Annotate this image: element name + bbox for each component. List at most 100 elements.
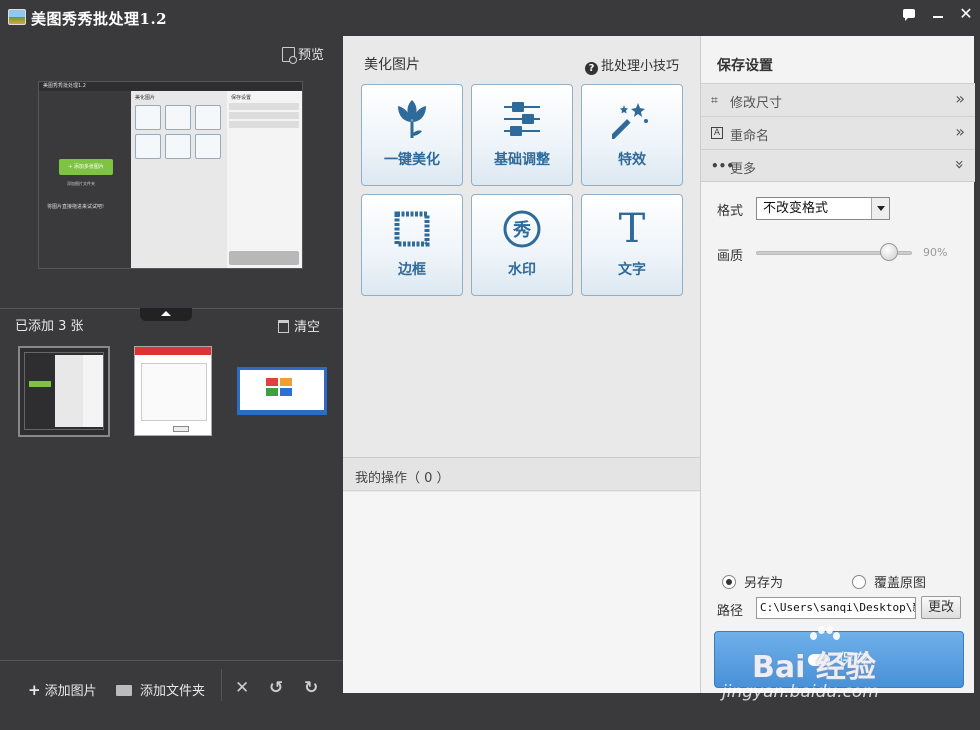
preview-thumb-save-title: 保存设置 [231, 95, 252, 101]
preview-thumb-save [229, 251, 299, 265]
frame-button[interactable]: 边框 [361, 194, 463, 296]
minimize-icon [933, 16, 943, 18]
save-as-radio[interactable]: 另存为 [722, 572, 783, 591]
radio-selected-icon [722, 575, 736, 589]
chevron-down-icon [871, 198, 889, 219]
preview-thumb-middle: 美化图片 [131, 91, 227, 268]
more-section[interactable]: ••• 更多 » [701, 149, 975, 182]
toolbar-divider [221, 669, 222, 701]
preview-thumb-add-button: + 添加多张图片 [59, 159, 113, 175]
rotate-left-icon[interactable]: ↺ [269, 678, 283, 698]
crop-icon: ⌗ [711, 93, 718, 107]
preview-thumb-hint: 将图片直接拖进来试试吧! [47, 204, 105, 210]
add-folder-label: 添加文件夹 [140, 684, 206, 699]
my-operations-list [343, 492, 700, 693]
chat-bubble-icon [903, 9, 915, 21]
save-label: 保存 [837, 650, 870, 669]
one-click-beautify-button[interactable]: 一键美化 [361, 84, 463, 186]
text-button[interactable]: T 文字 [581, 194, 683, 296]
collapse-toggle[interactable] [140, 308, 192, 321]
trash-icon [278, 320, 289, 333]
plus-icon: + [28, 681, 41, 699]
title-bar: 美图秀秀批处理1.2 ✕ [0, 0, 980, 36]
preview-thumb-title: 美图秀秀批处理1.2 [39, 82, 302, 91]
tulip-icon [362, 97, 462, 141]
preview-thumb-tool [195, 105, 221, 130]
preview-thumb-row [229, 112, 299, 119]
preview-thumb-section-title: 美化图片 [135, 95, 156, 101]
preview-thumb-row [229, 121, 299, 128]
close-button[interactable]: ✕ [954, 4, 978, 24]
window-title: 美图秀秀批处理1.2 [31, 10, 168, 28]
cloud-icon [807, 654, 830, 666]
preview-icon [282, 47, 297, 64]
quality-label: 画质 [717, 249, 744, 264]
app-logo-icon [8, 9, 26, 25]
my-operations-header: 我的操作（ 0 ） [343, 457, 700, 491]
preview-label: 预览 [298, 48, 325, 63]
image-thumbnail[interactable] [134, 346, 212, 436]
rotate-right-icon[interactable]: ↻ [304, 678, 318, 698]
save-settings-panel: 保存设置 ⌗ 修改尺寸 » A 重命名 » ••• 更多 » 格式 不改变格式 … [700, 36, 975, 693]
basic-adjust-button[interactable]: 基础调整 [471, 84, 573, 186]
left-toolbar: + 添加图片 添加文件夹 ✕ ↺ ↻ [0, 660, 343, 730]
format-label: 格式 [717, 204, 744, 219]
beautify-panel: 美化图片 ? 批处理小技巧 一键美化 基础调整 特效 边框 秀 水印 T 文字 … [343, 36, 700, 693]
section-title: 美化图片 [364, 57, 420, 73]
tool-label: 边框 [398, 262, 426, 278]
save-button[interactable]: 保存 [714, 631, 964, 688]
rename-section[interactable]: A 重命名 » [701, 116, 975, 149]
watermark-stamp-icon: 秀 [472, 207, 572, 251]
expand-arrow-icon: » [955, 89, 965, 108]
format-select[interactable]: 不改变格式 [756, 197, 890, 220]
minimize-button[interactable] [926, 4, 950, 24]
image-thumbnail[interactable] [237, 367, 327, 415]
image-thumbnail[interactable] [18, 346, 110, 437]
clear-button[interactable]: 清空 [278, 316, 320, 335]
text-glyph: T [618, 206, 646, 252]
preview-image: 美图秀秀批处理1.2 + 添加多张图片 添加图片文件夹 将图片直接拖进来试试吧!… [38, 81, 303, 269]
tool-label: 水印 [508, 262, 536, 278]
text-t-icon: T [582, 206, 682, 252]
change-path-button[interactable]: 更改 [921, 596, 961, 619]
feedback-button[interactable] [897, 4, 921, 24]
add-image-button[interactable]: + 添加图片 [28, 680, 97, 699]
preview-thumb-tool [135, 134, 161, 159]
add-folder-button[interactable]: 添加文件夹 [116, 680, 205, 699]
effects-button[interactable]: 特效 [581, 84, 683, 186]
watermark-glyph: 秀 [512, 220, 531, 241]
tips-label: 批处理小技巧 [601, 59, 680, 74]
preview-thumb-tool [165, 134, 191, 159]
close-icon: ✕ [959, 4, 973, 23]
section-label: 重命名 [730, 129, 770, 144]
resize-section[interactable]: ⌗ 修改尺寸 » [701, 83, 975, 116]
preview-thumb-tool [195, 134, 221, 159]
frame-icon [362, 207, 462, 251]
expand-arrow-icon: » [955, 122, 965, 141]
delete-icon[interactable]: ✕ [235, 678, 249, 698]
tool-label: 文字 [618, 262, 646, 278]
section-label: 更多 [730, 162, 757, 177]
left-panel: 预览 美图秀秀批处理1.2 + 添加多张图片 添加图片文件夹 将图片直接拖进来试… [0, 36, 343, 730]
radio-icon [852, 575, 866, 589]
overwrite-radio[interactable]: 覆盖原图 [852, 572, 926, 591]
tool-label: 基础调整 [494, 152, 550, 168]
tips-link[interactable]: ? 批处理小技巧 [585, 55, 679, 75]
sliders-icon [472, 97, 572, 141]
preview-button[interactable]: 预览 [282, 44, 325, 64]
watermark-button[interactable]: 秀 水印 [471, 194, 573, 296]
preview-thumb-left: + 添加多张图片 添加图片文件夹 将图片直接拖进来试试吧! [39, 91, 131, 268]
path-label: 路径 [717, 604, 744, 619]
my-operations-label: 我的操作（ 0 ） [355, 471, 450, 486]
path-field[interactable]: C:\Users\sanqi\Desktop\新 [756, 597, 916, 619]
quality-slider-thumb[interactable] [880, 243, 898, 261]
overwrite-label: 覆盖原图 [874, 576, 927, 591]
thumbnail-content [240, 370, 324, 410]
clear-label: 清空 [294, 320, 321, 335]
preview-thumb-add-folder: 添加图片文件夹 [67, 181, 95, 186]
section-label: 修改尺寸 [730, 96, 783, 111]
quality-value: 90% [923, 246, 948, 259]
preview-thumb-tool [165, 105, 191, 130]
collapse-arrow-icon: » [950, 159, 970, 170]
tool-label: 一键美化 [384, 152, 440, 168]
